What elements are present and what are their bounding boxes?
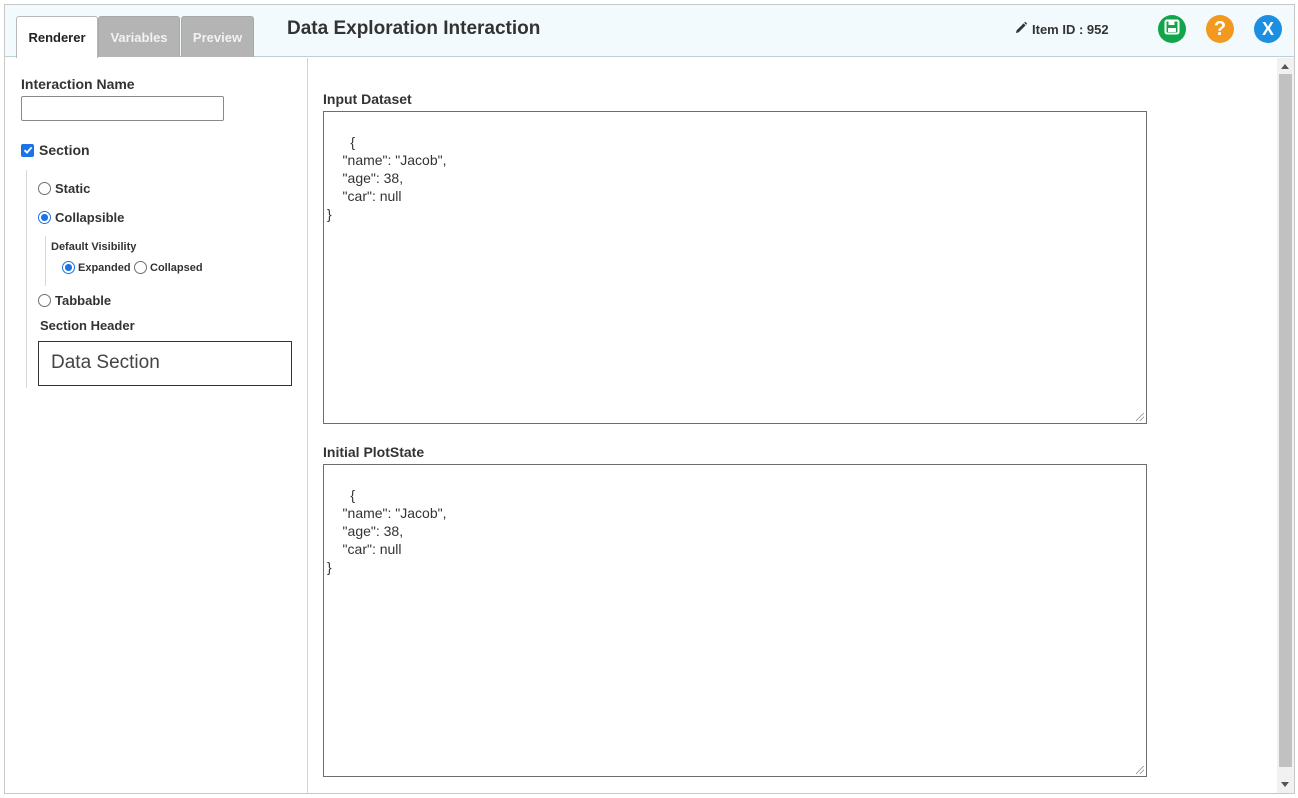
- interaction-name-input[interactable]: [21, 96, 224, 121]
- radio-static-label: Static: [55, 181, 91, 196]
- tab-renderer[interactable]: Renderer: [16, 16, 98, 58]
- scroll-down-icon[interactable]: [1281, 782, 1289, 787]
- radio-collapsible-input[interactable]: [38, 211, 51, 224]
- section-toggle[interactable]: Section: [21, 142, 90, 158]
- scrollbar-thumb[interactable]: [1279, 74, 1292, 767]
- default-visibility-label: Default Visibility: [51, 241, 137, 253]
- visibility-divider: [45, 236, 46, 286]
- section-divider: [26, 170, 27, 388]
- input-dataset-text: { "name": "Jacob", "age": 38, "car": nul…: [327, 134, 447, 222]
- close-icon: X: [1261, 18, 1274, 39]
- save-icon: [1164, 19, 1180, 40]
- item-id-label: Item ID : 952: [1032, 22, 1109, 37]
- radio-expanded[interactable]: Expanded: [62, 261, 131, 274]
- radio-static[interactable]: Static: [38, 181, 90, 196]
- item-id: Item ID : 952: [1014, 21, 1109, 38]
- settings-panel: Interaction Name Section Static Collapsi…: [5, 58, 308, 793]
- editor-window: Renderer Variables Preview Data Explorat…: [4, 4, 1295, 794]
- close-button[interactable]: X: [1254, 15, 1282, 43]
- section-header-input[interactable]: Data Section: [38, 341, 292, 386]
- initial-plotstate-text: { "name": "Jacob", "age": 38, "car": nul…: [327, 487, 447, 575]
- radio-tabbable-label: Tabbable: [55, 293, 112, 308]
- radio-collapsible-label: Collapsible: [55, 210, 125, 225]
- help-button[interactable]: ?: [1206, 15, 1234, 43]
- radio-collapsed-label: Collapsed: [150, 261, 203, 274]
- radio-collapsed-input[interactable]: [134, 261, 147, 274]
- tab-variables[interactable]: Variables: [98, 16, 180, 57]
- interaction-name-label: Interaction Name: [21, 76, 135, 92]
- radio-tabbable-input[interactable]: [38, 294, 51, 307]
- header-bar: Renderer Variables Preview Data Explorat…: [5, 5, 1294, 58]
- resize-grip-icon[interactable]: [1136, 766, 1144, 774]
- section-header-label: Section Header: [40, 318, 135, 333]
- help-icon: ?: [1213, 17, 1227, 40]
- radio-collapsible[interactable]: Collapsible: [38, 210, 124, 225]
- radio-collapsed[interactable]: Collapsed: [134, 261, 203, 274]
- initial-plotstate-label: Initial PlotState: [323, 444, 425, 460]
- input-dataset-label: Input Dataset: [323, 91, 412, 107]
- scroll-up-icon[interactable]: [1281, 64, 1289, 69]
- save-button[interactable]: [1158, 15, 1186, 43]
- input-dataset-textarea[interactable]: { "name": "Jacob", "age": 38, "car": nul…: [323, 111, 1147, 424]
- initial-plotstate-textarea[interactable]: { "name": "Jacob", "age": 38, "car": nul…: [323, 464, 1147, 777]
- vertical-scrollbar[interactable]: [1277, 58, 1294, 793]
- main-content: Input Dataset { "name": "Jacob", "age": …: [309, 58, 1277, 793]
- tab-preview[interactable]: Preview: [181, 16, 254, 57]
- radio-static-input[interactable]: [38, 182, 51, 195]
- resize-grip-icon[interactable]: [1136, 413, 1144, 421]
- page-title: Data Exploration Interaction: [287, 18, 541, 39]
- section-checkbox[interactable]: [21, 143, 34, 157]
- radio-expanded-input[interactable]: [62, 261, 75, 274]
- radio-expanded-label: Expanded: [78, 261, 131, 274]
- pencil-icon[interactable]: [1014, 21, 1028, 38]
- section-label: Section: [39, 142, 90, 158]
- radio-tabbable[interactable]: Tabbable: [38, 293, 111, 308]
